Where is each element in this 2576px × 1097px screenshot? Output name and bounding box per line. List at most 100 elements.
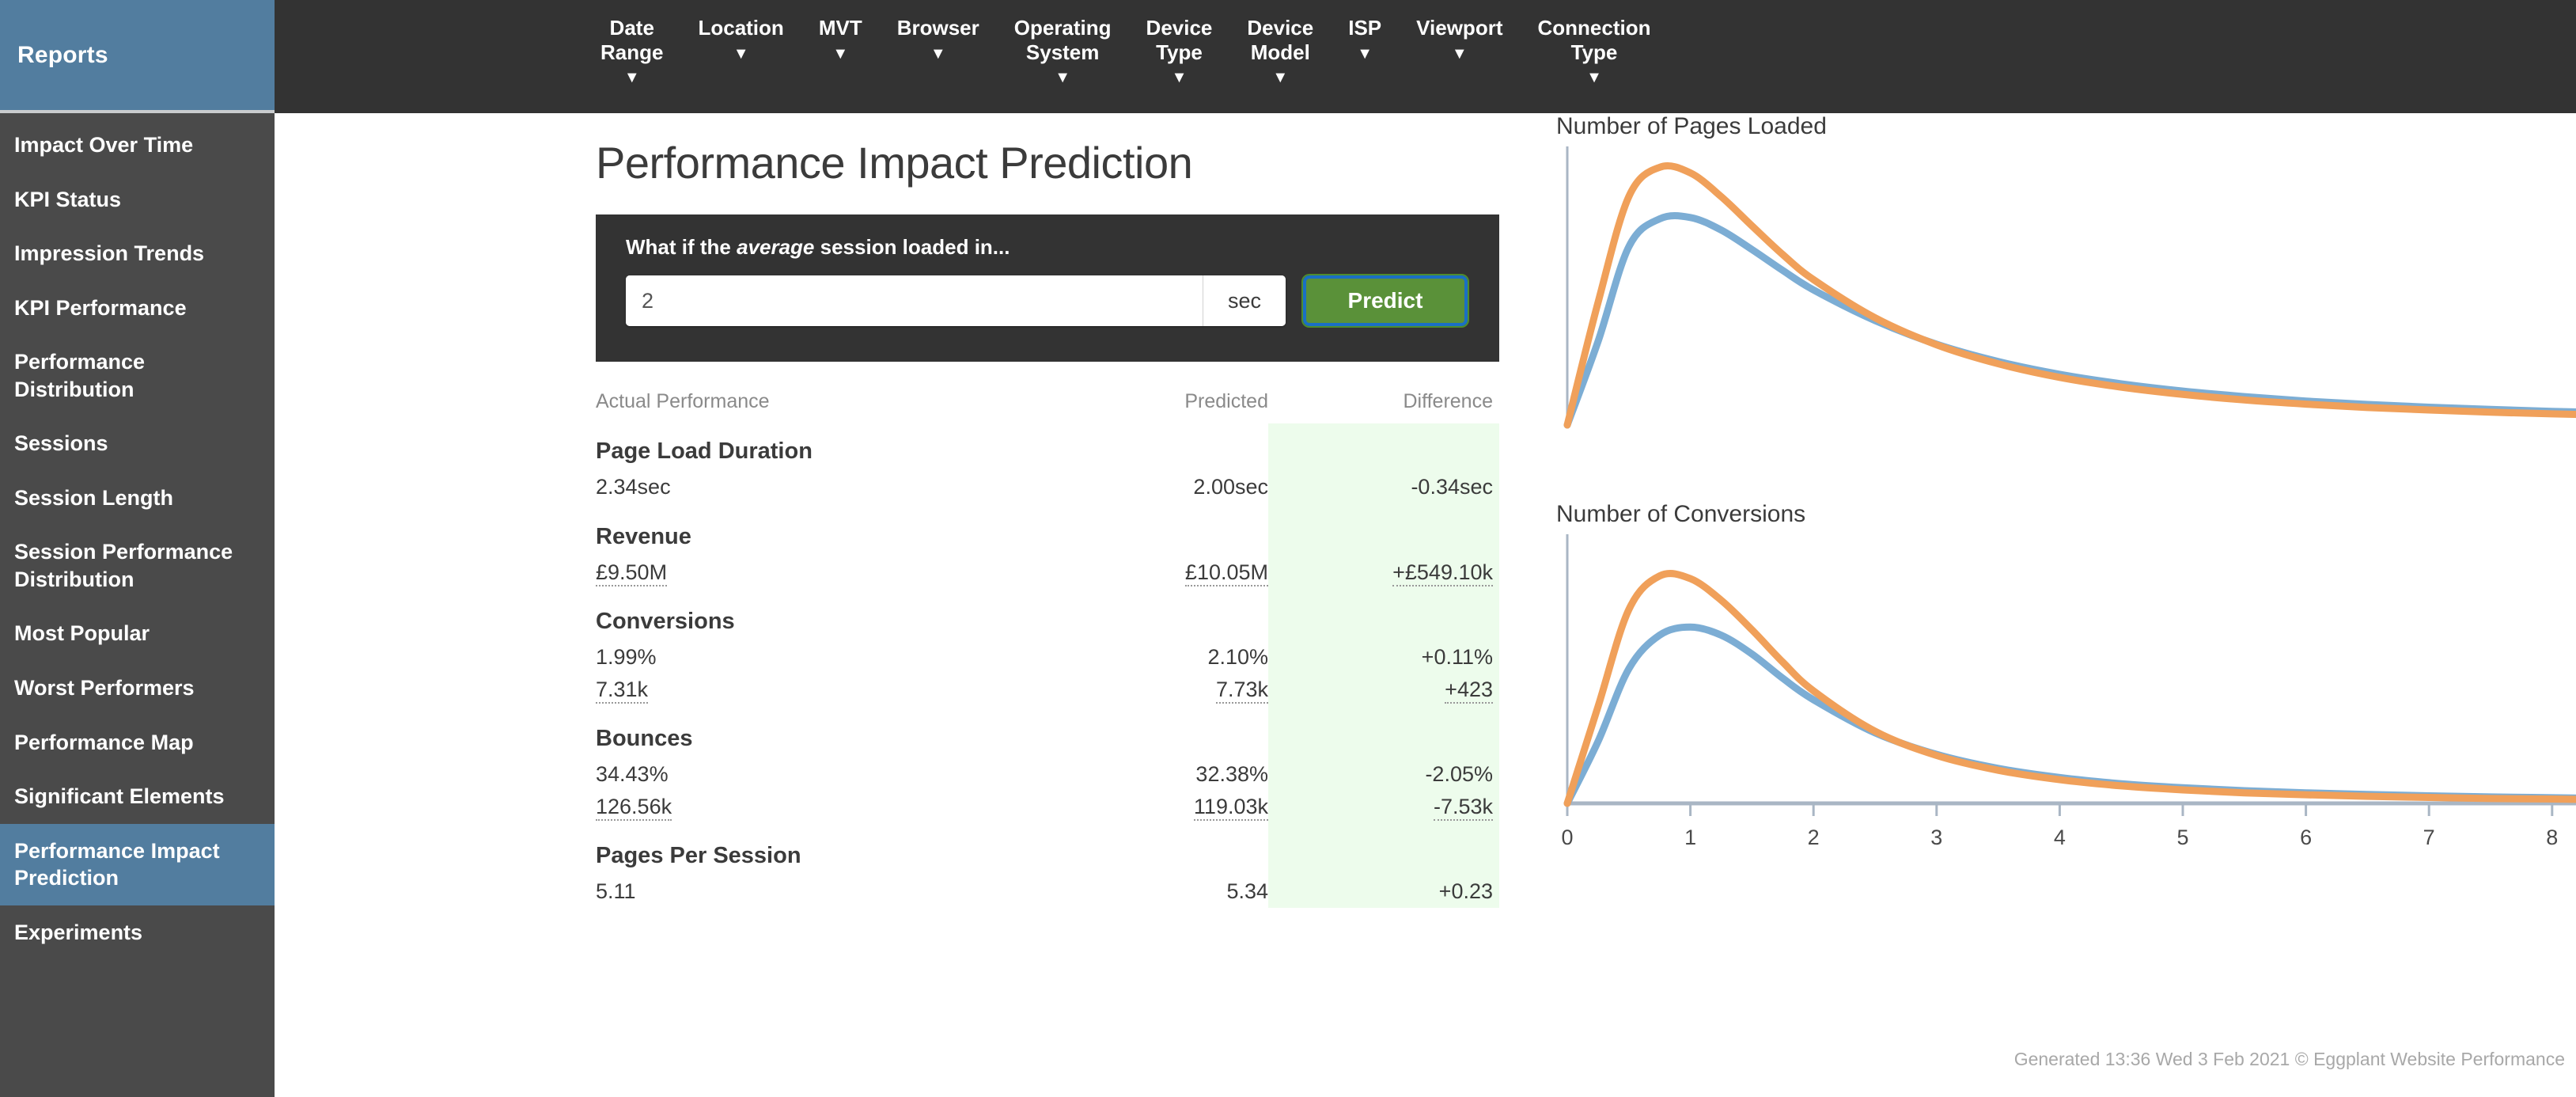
nav-filter-browser[interactable]: Browser▼: [880, 0, 997, 62]
metric-difference-cell[interactable]: -7.53k: [1268, 791, 1499, 823]
metric-actual-value: 126.56k: [596, 795, 672, 821]
metric-difference-cell: -0.34sec: [1268, 471, 1499, 503]
seconds-unit-label: sec: [1203, 275, 1286, 326]
chart-plot: [1556, 140, 2576, 433]
sidebar-item-label: Performance Map: [14, 731, 194, 754]
series-line-actual: [1567, 627, 2576, 803]
x-axis-tick-label: 6: [2300, 826, 2312, 849]
x-axis-tick-label: 7: [2423, 826, 2435, 849]
nav-filter-location[interactable]: Location▼: [680, 0, 801, 62]
x-axis-tick-label: 1: [1684, 826, 1696, 849]
page-title: Performance Impact Prediction: [596, 137, 1192, 188]
metric-actual-cell[interactable]: 126.56k: [596, 791, 1031, 823]
chart-pages-loaded: Number of Pages Loaded: [1556, 113, 2576, 433]
metric-actual-value: £9.50M: [596, 560, 667, 586]
metric-name: Conversions: [596, 588, 1499, 641]
nav-filter-date-range[interactable]: Date Range▼: [583, 0, 680, 85]
sidebar-item-label: Session Performance Distribution: [14, 540, 233, 591]
sidebar-item-significant-elements[interactable]: Significant Elements: [0, 769, 275, 824]
metric-actual-cell: 2.34sec: [596, 471, 1031, 503]
metric-value-row: 126.56k 119.03k-7.53k: [596, 791, 1499, 823]
charts-area: Number of Pages Loaded Number of Convers…: [1556, 113, 2561, 1097]
chart-plot: 012345678910: [1556, 528, 2576, 868]
sidebar: Reports Impact Over Time KPI Status Impres…: [0, 0, 275, 1097]
sidebar-item-kpi-status[interactable]: KPI Status: [0, 173, 275, 227]
column-header-difference: Difference: [1268, 390, 1499, 413]
chevron-down-icon[interactable]: ▼: [1146, 70, 1213, 85]
metric-actual-value: 2.34sec: [596, 475, 671, 499]
metric-predicted-value: 2.00sec: [1193, 475, 1268, 499]
chevron-down-icon[interactable]: ▼: [1348, 46, 1381, 62]
main-area: Date Range▼Location▼MVT▼Browser▼Operatin…: [275, 0, 2576, 1097]
sidebar-item-experiments[interactable]: Experiments: [0, 905, 275, 960]
chevron-down-icon[interactable]: ▼: [698, 46, 783, 62]
series-line-actual: [1567, 215, 2576, 425]
nav-filter-device-type[interactable]: Device Type▼: [1129, 0, 1230, 85]
chart-title: Number of Conversions: [1556, 501, 2576, 528]
sidebar-item-worst-performers[interactable]: Worst Performers: [0, 661, 275, 716]
metric-predicted-cell[interactable]: 119.03k: [1031, 791, 1268, 823]
metric-predicted-value: 2.10%: [1207, 645, 1268, 669]
sidebar-item-most-popular[interactable]: Most Popular: [0, 606, 275, 661]
metric-difference-value: +£549.10k: [1392, 560, 1493, 586]
sidebar-item-impact-over-time[interactable]: Impact Over Time: [0, 118, 275, 173]
sidebar-item-session-performance-distribution[interactable]: Session Performance Distribution: [0, 525, 275, 606]
sidebar-header: Reports: [0, 0, 275, 113]
metric-actual-cell: 1.99%: [596, 641, 1031, 674]
nav-filter-label: Viewport: [1416, 16, 1502, 40]
sidebar-item-sessions[interactable]: Sessions: [0, 416, 275, 471]
nav-filter-operating-system[interactable]: Operating System▼: [997, 0, 1129, 85]
metric-difference-value: -2.05%: [1425, 762, 1493, 786]
nav-filter-mvt[interactable]: MVT ▼: [801, 0, 880, 62]
metric-actual-cell: 34.43%: [596, 758, 1031, 791]
metric-predicted-cell: 32.38%: [1031, 758, 1268, 791]
chevron-down-icon[interactable]: ▼: [1537, 70, 1650, 85]
nav-filter-label: MVT: [819, 16, 862, 40]
metric-name: Revenue: [596, 503, 1499, 556]
metric-predicted-value: 7.73k: [1216, 678, 1268, 704]
nav-filter-connection-type[interactable]: Connection Type ▼: [1520, 0, 1668, 85]
sidebar-item-performance-map[interactable]: Performance Map: [0, 716, 275, 770]
sidebar-item-label: KPI Status: [14, 188, 121, 211]
sidebar-item-label: Experiments: [14, 920, 142, 944]
sidebar-item-performance-impact-prediction[interactable]: Performance Impact Prediction: [0, 824, 275, 905]
metric-predicted-value: 119.03k: [1194, 795, 1268, 821]
chevron-down-icon[interactable]: ▼: [897, 46, 979, 62]
metric-predicted-cell[interactable]: 7.73k: [1031, 674, 1268, 706]
chevron-down-icon[interactable]: ▼: [819, 46, 862, 62]
metric-block: Page Load Duration 2.34sec 2.00sec-0.34sec: [596, 418, 1499, 503]
metric-difference-cell: +0.11%: [1268, 641, 1499, 674]
predict-button[interactable]: Predict: [1303, 275, 1468, 326]
chevron-down-icon[interactable]: ▼: [600, 70, 663, 85]
metric-actual-cell[interactable]: 7.31k: [596, 674, 1031, 706]
nav-filter-isp[interactable]: ISP▼: [1331, 0, 1399, 62]
metric-predicted-cell[interactable]: £10.05M: [1031, 556, 1268, 589]
sidebar-header-title: Reports: [17, 42, 108, 69]
nav-filter-device-model[interactable]: Device Model▼: [1229, 0, 1331, 85]
seconds-input[interactable]: [626, 275, 1203, 326]
metric-difference-cell[interactable]: +£549.10k: [1268, 556, 1499, 589]
metric-difference-cell[interactable]: +423: [1268, 674, 1499, 706]
chevron-down-icon[interactable]: ▼: [1416, 46, 1502, 62]
sidebar-item-session-length[interactable]: Session Length: [0, 471, 275, 526]
x-axis-tick-label: 4: [2054, 826, 2066, 849]
chevron-down-icon[interactable]: ▼: [1247, 70, 1313, 85]
metric-name: Page Load Duration: [596, 418, 1499, 471]
x-axis-tick-label: 0: [1561, 826, 1573, 849]
metric-block: Revenue £9.50M £10.05M +£549.10k: [596, 503, 1499, 589]
metric-actual-value: 5.11: [596, 879, 636, 903]
sidebar-item-label: Performance Impact Prediction: [14, 839, 220, 890]
metric-actual-cell[interactable]: £9.50M: [596, 556, 1031, 589]
predict-controls-row: sec Predict: [626, 275, 1469, 326]
nav-filter-viewport[interactable]: Viewport ▼: [1399, 0, 1520, 62]
chevron-down-icon[interactable]: ▼: [1014, 70, 1112, 85]
metric-predicted-cell: 5.34: [1031, 875, 1268, 908]
metric-value-row: 7.31k 7.73k+423: [596, 674, 1499, 706]
nav-filter-label: Connection Type: [1537, 16, 1650, 64]
footer-generated-note: Generated 13:36 Wed 3 Feb 2021 © Eggplan…: [2014, 1049, 2565, 1070]
x-axis-tick-label: 3: [1930, 826, 1942, 849]
sidebar-item-label: Performance Distribution: [14, 350, 145, 401]
sidebar-item-kpi-performance[interactable]: KPI Performance: [0, 281, 275, 336]
sidebar-item-impression-trends[interactable]: Impression Trends: [0, 226, 275, 281]
sidebar-item-performance-distribution[interactable]: Performance Distribution: [0, 335, 275, 416]
